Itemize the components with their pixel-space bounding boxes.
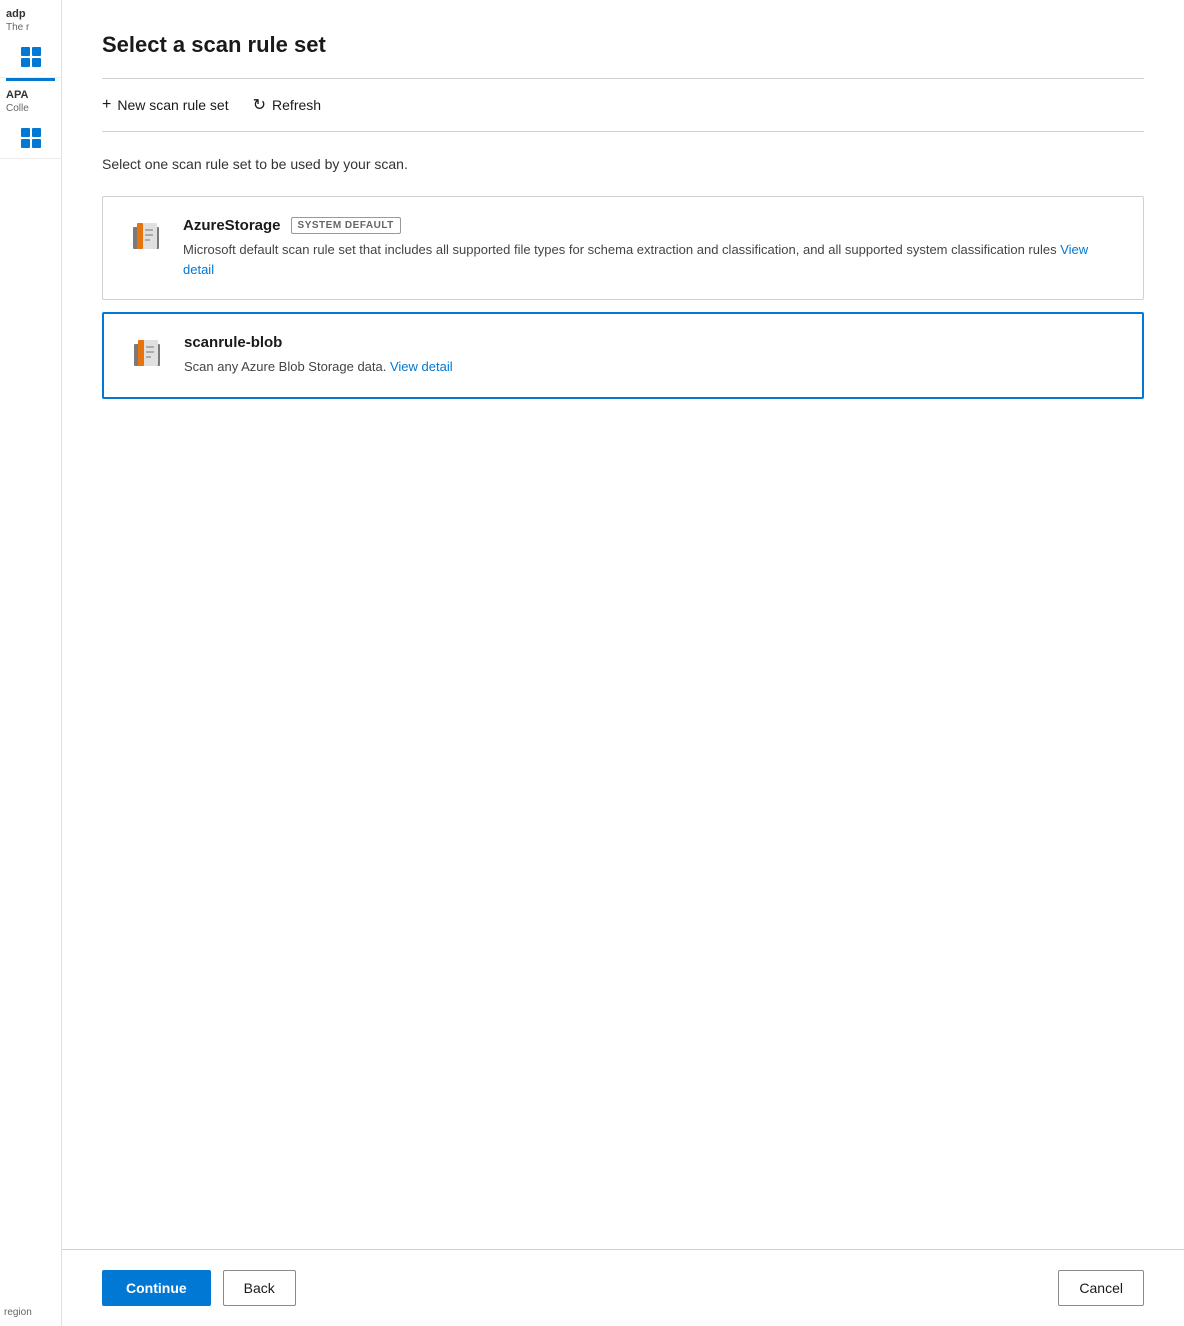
sidebar-region: region [0, 1297, 61, 1326]
plus-icon: + [102, 96, 111, 114]
scanrule-blob-icon [128, 334, 168, 374]
continue-button[interactable]: Continue [102, 1270, 211, 1306]
grid-icon-2 [21, 128, 41, 148]
sidebar: adp The r APA Colle region [0, 0, 62, 1326]
panel-description: Select one scan rule set to be used by y… [102, 156, 1144, 172]
rule-card-scanrule-blob[interactable]: scanrule-blob Scan any Azure Blob Storag… [102, 312, 1144, 399]
azure-storage-name: AzureStorage [183, 217, 281, 234]
refresh-label: Refresh [272, 97, 321, 113]
sidebar-subtitle-2: Colle [6, 103, 55, 114]
scanrule-blob-content: scanrule-blob Scan any Azure Blob Storag… [184, 334, 1118, 377]
scanrule-blob-header: scanrule-blob [184, 334, 1118, 351]
azure-storage-view-detail-link[interactable]: View detail [183, 242, 1088, 277]
cancel-button[interactable]: Cancel [1058, 1270, 1144, 1306]
rule-card-azure-storage[interactable]: AzureStorage SYSTEM DEFAULT Microsoft de… [102, 196, 1144, 300]
system-default-badge: SYSTEM DEFAULT [291, 217, 401, 234]
sidebar-section-1: adp The r [0, 0, 61, 37]
back-button[interactable]: Back [223, 1270, 296, 1306]
toolbar: + New scan rule set ↻ Refresh [102, 78, 1144, 132]
scanrule-blob-view-detail-link[interactable]: View detail [390, 359, 453, 374]
azure-storage-content: AzureStorage SYSTEM DEFAULT Microsoft de… [183, 217, 1119, 279]
sidebar-subtitle-1: The r [6, 22, 55, 33]
azure-storage-desc: Microsoft default scan rule set that inc… [183, 240, 1119, 279]
new-scan-rule-set-button[interactable]: + New scan rule set [102, 92, 229, 118]
main-content: Select a scan rule set + New scan rule s… [62, 0, 1184, 1326]
azure-storage-icon [127, 217, 167, 257]
sidebar-section-2: APA Colle [0, 81, 61, 118]
new-scan-rule-set-label: New scan rule set [117, 97, 228, 113]
azure-storage-header: AzureStorage SYSTEM DEFAULT [183, 217, 1119, 234]
sidebar-region-label: region [4, 1307, 57, 1318]
refresh-button[interactable]: ↻ Refresh [253, 91, 321, 119]
sidebar-icon-group-2[interactable] [0, 118, 61, 159]
refresh-icon: ↻ [253, 95, 266, 115]
scanrule-blob-desc: Scan any Azure Blob Storage data. View d… [184, 357, 1118, 377]
panel: Select a scan rule set + New scan rule s… [62, 0, 1184, 1249]
sidebar-title-1: adp [6, 8, 55, 20]
grid-icon-1 [21, 47, 41, 67]
footer: Continue Back Cancel [62, 1249, 1184, 1326]
page-title: Select a scan rule set [102, 32, 1144, 58]
sidebar-title-2: APA [6, 89, 55, 101]
scanrule-blob-name: scanrule-blob [184, 334, 282, 351]
sidebar-icon-group-1[interactable] [0, 37, 61, 78]
